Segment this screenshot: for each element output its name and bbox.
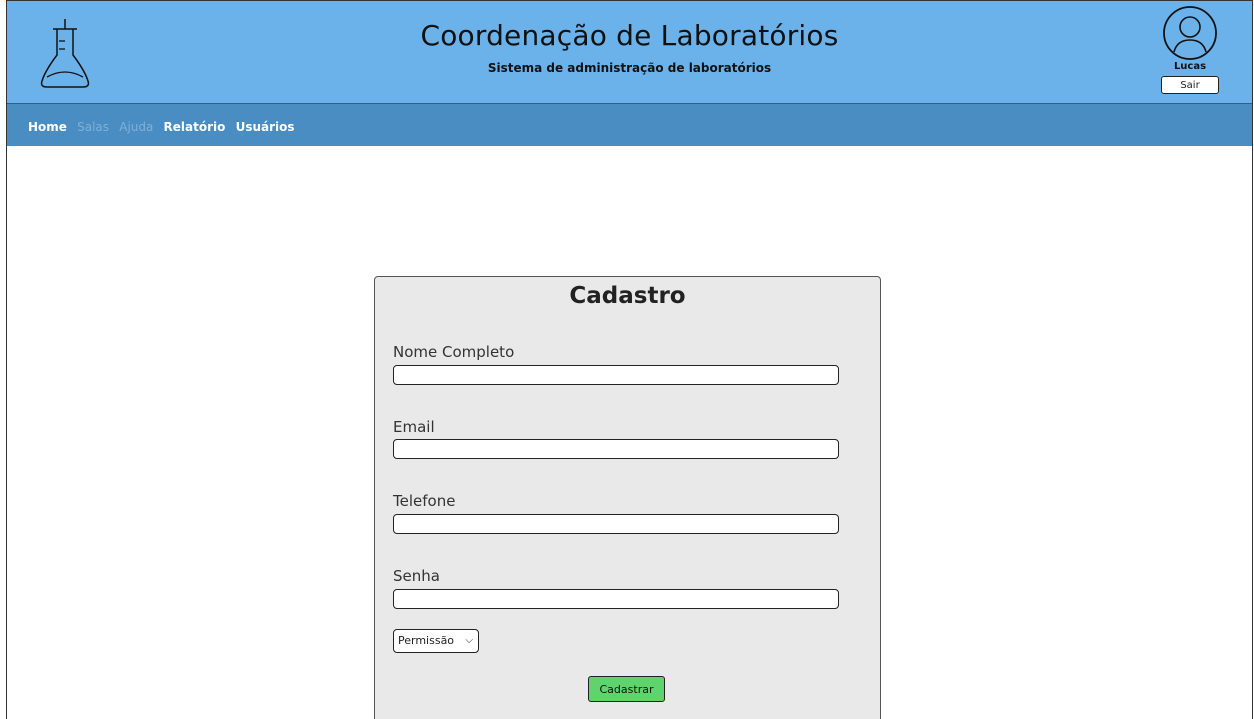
email-field[interactable] bbox=[393, 439, 839, 459]
nav-bar: Home Salas Ajuda Relatório Usuários bbox=[7, 104, 1252, 146]
registration-card: Cadastro Nome Completo Email Telefone Se… bbox=[374, 276, 881, 719]
nav-item-usuarios[interactable]: Usuários bbox=[236, 120, 295, 134]
app-window: Coordenação de Laboratórios Sistema de a… bbox=[6, 0, 1253, 719]
permission-select-value: Permissão bbox=[398, 634, 455, 647]
form-title: Cadastro bbox=[569, 283, 686, 309]
header: Coordenação de Laboratórios Sistema de a… bbox=[7, 0, 1252, 104]
user-name: Lucas bbox=[1173, 61, 1207, 72]
full-name-field[interactable] bbox=[393, 365, 839, 385]
nav-item-salas: Salas bbox=[77, 120, 110, 134]
register-button[interactable]: Cadastrar bbox=[588, 676, 665, 702]
phone-field[interactable] bbox=[393, 514, 839, 534]
page-subtitle: Sistema de administração de laboratórios bbox=[487, 61, 772, 75]
user-avatar-icon[interactable] bbox=[1162, 5, 1218, 61]
page-title: Coordenação de Laboratórios bbox=[420, 19, 839, 52]
password-label: Senha bbox=[393, 567, 440, 585]
nav-item-relatorio[interactable]: Relatório bbox=[164, 120, 226, 134]
user-panel: Lucas Sair bbox=[1160, 5, 1220, 97]
password-field[interactable] bbox=[393, 589, 839, 609]
nav-menu: Home Salas Ajuda Relatório Usuários bbox=[28, 120, 301, 134]
nav-item-ajuda: Ajuda bbox=[119, 120, 154, 134]
phone-label: Telefone bbox=[393, 492, 456, 510]
permission-select[interactable]: Permissão ⌵ bbox=[393, 629, 479, 653]
logout-button[interactable]: Sair bbox=[1161, 76, 1219, 94]
chevron-down-icon: ⌵ bbox=[465, 635, 473, 646]
email-label: Email bbox=[393, 418, 435, 436]
full-name-label: Nome Completo bbox=[393, 343, 515, 361]
nav-item-home[interactable]: Home bbox=[28, 120, 67, 134]
